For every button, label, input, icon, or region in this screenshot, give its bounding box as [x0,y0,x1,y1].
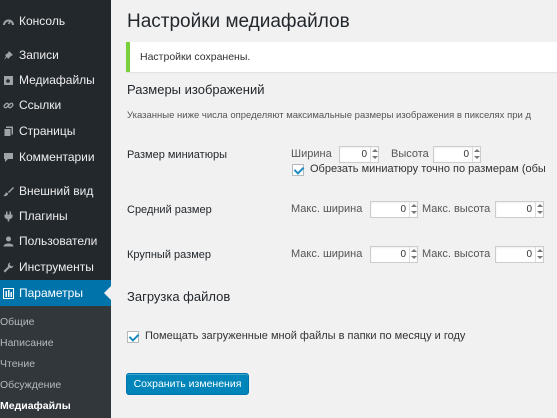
sidebar-item-label: Консоль [19,14,66,28]
submenu-item-media[interactable]: Медиафайлы [0,396,71,416]
sidebar-item-label: Страницы [19,124,76,138]
sidebar-item-label: Плагины [19,209,68,223]
sidebar-item-posts[interactable]: Записи [0,42,111,68]
uploading-files-heading: Загрузка файлов [127,289,231,304]
spinner[interactable] [535,202,543,217]
medium-height-input[interactable]: 0 [495,201,544,218]
wrench-icon [2,261,14,273]
thumbnail-width-label: Ширина [291,148,332,160]
sidebar-item-appearance[interactable]: Внешний вид [0,178,111,204]
notice-text: Настройки сохранены. [140,51,251,63]
brush-icon [2,185,14,197]
spinner[interactable] [370,147,378,162]
organize-uploads-label: Помещать загруженные мной файлы в папки … [145,330,466,342]
medium-width-label: Макс. ширина [291,203,363,215]
spinner[interactable] [535,247,543,262]
admin-sidebar: Консоль Записи Медиафайлы Ссылки Страниц… [0,0,111,418]
thumbnail-size-label: Размер миниатюры [127,149,227,161]
sidebar-item-label: Ссылки [19,98,62,112]
crop-thumbnail-checkbox[interactable] [292,164,304,176]
dashboard-icon [2,15,14,27]
comment-icon [2,151,14,163]
page-title: Настройки медиафайлов [127,11,350,32]
sidebar-item-label: Записи [19,48,59,62]
thumbnail-width-input[interactable]: 0 [339,146,379,163]
spinner[interactable] [472,147,480,162]
main-content: Настройки медиафайлов Настройки сохранен… [111,0,557,418]
large-width-input[interactable]: 0 [370,246,418,263]
sidebar-item-label: Инструменты [19,260,94,274]
sidebar-item-plugins[interactable]: Плагины [0,203,111,229]
settings-icon [2,287,14,299]
submenu-item-reading[interactable]: Чтение [0,354,35,374]
sidebar-item-comments[interactable]: Комментарии [0,144,111,170]
sidebar-item-users[interactable]: Пользователи [0,228,111,254]
submenu-item-general[interactable]: Общие [0,312,35,332]
organize-uploads-checkbox[interactable] [127,331,139,343]
sidebar-item-links[interactable]: Ссылки [0,92,111,118]
sidebar-item-settings[interactable]: Параметры [0,280,111,306]
media-icon [2,74,14,86]
spinner[interactable] [409,202,417,217]
medium-width-input[interactable]: 0 [370,201,418,218]
large-width-label: Макс. ширина [291,248,363,260]
sidebar-item-dashboard[interactable]: Консоль [0,8,111,34]
medium-size-label: Средний размер [127,204,212,216]
sidebar-item-label: Пользователи [19,234,98,248]
submenu-item-discussion[interactable]: Обсуждение [0,375,61,395]
large-size-label: Крупный размер [127,249,211,261]
link-icon [2,99,14,111]
sidebar-item-tools[interactable]: Инструменты [0,254,111,280]
image-sizes-description: Указанные ниже числа определяют максимал… [127,110,531,121]
plugin-icon [2,210,14,222]
submenu-item-writing[interactable]: Написание [0,333,54,353]
pages-icon [2,125,14,137]
spinner[interactable] [409,247,417,262]
medium-height-label: Макс. высота [422,203,491,215]
thumbnail-height-label: Высота [391,148,429,160]
crop-thumbnail-label: Обрезать миниатюру точно по размерам (об… [310,163,546,175]
user-icon [2,235,14,247]
sidebar-item-label: Комментарии [19,150,95,164]
sidebar-item-label: Параметры [19,286,83,300]
settings-submenu: Общие Написание Чтение Обсуждение Медиаф… [0,306,111,418]
sidebar-item-label: Внешний вид [19,184,94,198]
save-changes-button[interactable]: Сохранить изменения [126,373,249,395]
thumbnail-height-input[interactable]: 0 [433,146,481,163]
sidebar-item-label: Медиафайлы [19,73,95,87]
sidebar-item-media[interactable]: Медиафайлы [0,67,111,93]
pin-icon [2,49,14,61]
settings-saved-notice: Настройки сохранены. [126,42,557,72]
image-sizes-heading: Размеры изображений [127,82,265,97]
large-height-input[interactable]: 0 [495,246,544,263]
large-height-label: Макс. высота [422,248,491,260]
sidebar-item-pages[interactable]: Страницы [0,118,111,144]
